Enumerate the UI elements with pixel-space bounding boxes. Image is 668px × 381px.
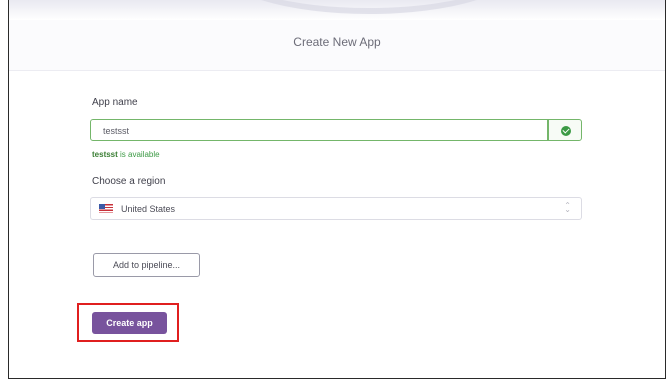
app-name-label: App name — [92, 97, 138, 108]
region-select[interactable]: United States ⌃ ⌄ — [90, 197, 582, 220]
create-app-button[interactable]: Create app — [92, 312, 167, 334]
app-name-input[interactable]: testsst — [90, 119, 548, 141]
availability-check — [548, 119, 582, 141]
page-header: Create New App — [9, 20, 665, 71]
add-to-pipeline-button[interactable]: Add to pipeline... — [93, 253, 200, 277]
check-circle-icon — [561, 126, 571, 136]
page-title: Create New App — [293, 35, 381, 49]
availability-text: is available — [117, 150, 160, 159]
select-arrows-icon: ⌃ ⌄ — [564, 201, 571, 214]
us-flag-icon — [99, 204, 113, 213]
region-label: Choose a region — [92, 176, 166, 187]
region-value: United States — [121, 204, 176, 214]
availability-app-name: testsst — [92, 150, 118, 159]
availability-message: testsst is available — [92, 150, 160, 159]
